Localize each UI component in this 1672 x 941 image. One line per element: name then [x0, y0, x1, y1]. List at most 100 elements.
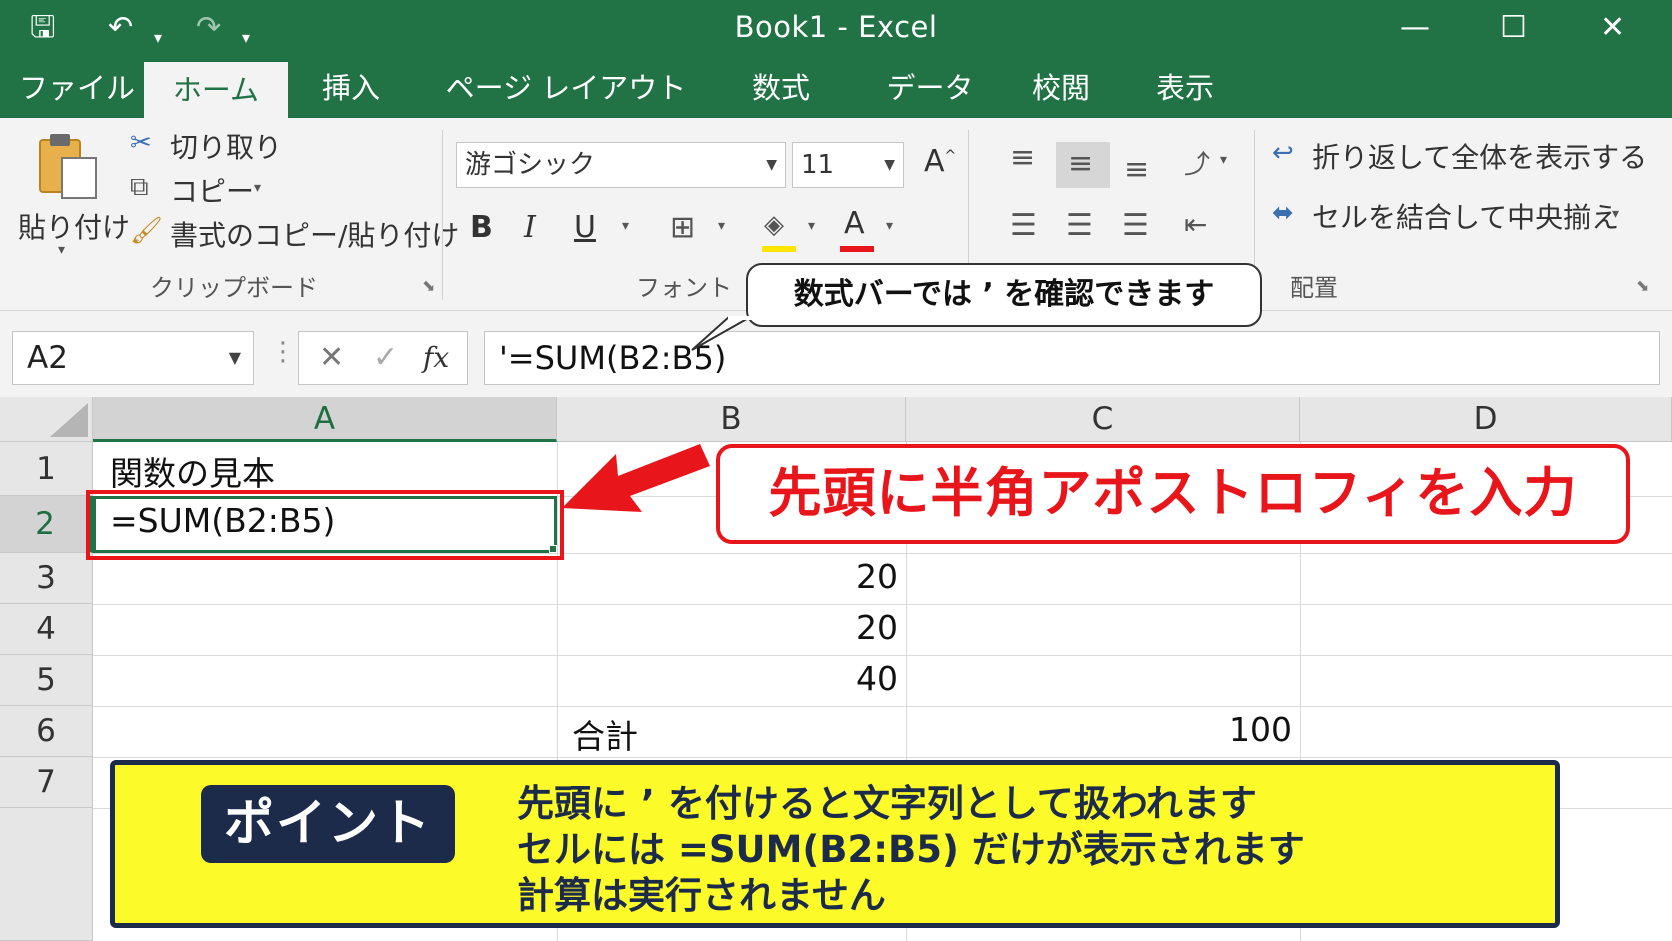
tab-data[interactable]: データ [870, 58, 990, 118]
name-box[interactable]: A2 ▼ [12, 331, 254, 385]
column-header-d[interactable]: D [1300, 397, 1672, 442]
font-name-select[interactable]: 游ゴシック ▼ [456, 142, 786, 188]
merge-dropdown-icon[interactable]: ▾ [1612, 206, 1619, 222]
cell-b5[interactable]: 40 [557, 659, 898, 698]
text-orientation-icon[interactable]: ⤴ [1184, 144, 1210, 181]
fill-color-button[interactable]: ◈ [760, 210, 800, 256]
row-header-7[interactable]: 7 [0, 757, 93, 808]
tab-page-layout[interactable]: ページ レイアウト [444, 58, 688, 118]
format-painter-icon: 🖌 [130, 216, 164, 246]
title-bar: 🖫 ↶ ▾ ↷ ▾ Book1 - Excel — ☐ ✕ [0, 0, 1672, 58]
cell-a1[interactable]: 関数の見本 [110, 447, 275, 495]
grow-font-letter: A [924, 144, 945, 179]
format-painter-button[interactable]: 🖌 書式のコピー/貼り付け [130, 214, 459, 254]
select-all-triangle-icon [50, 403, 88, 437]
align-top-icon[interactable]: ≡ [1010, 140, 1035, 175]
enter-icon[interactable]: ✓ [373, 338, 398, 378]
font-color-button[interactable]: A [838, 206, 878, 256]
italic-button[interactable]: I [524, 210, 536, 245]
cell-b4[interactable]: 20 [557, 608, 898, 647]
font-color-swatch [840, 246, 874, 252]
paste-button[interactable]: 貼り付け ▾ [14, 126, 130, 276]
font-size-value: 11 [801, 150, 835, 180]
copy-button[interactable]: ⧉ コピー ▾ [130, 170, 290, 210]
copy-icon: ⧉ [130, 172, 149, 202]
borders-dropdown-icon[interactable]: ▾ [718, 218, 725, 234]
cell-b6[interactable]: 合計 [572, 710, 638, 758]
paint-bucket-icon: ◈ [764, 210, 784, 240]
row-header-6[interactable]: 6 [0, 706, 93, 757]
tab-file[interactable]: ファイル [14, 58, 140, 118]
wrap-text-button[interactable]: ↩ 折り返して全体を表示する [1272, 134, 1647, 176]
tab-insert[interactable]: 挿入 [306, 58, 396, 118]
decrease-indent-icon[interactable]: ⇤ [1184, 208, 1207, 241]
font-name-value: 游ゴシック [465, 150, 596, 180]
minimize-icon[interactable]: — [1400, 8, 1430, 48]
paste-dropdown-icon[interactable]: ▾ [58, 242, 65, 258]
clipboard-launcher-icon[interactable]: ⬊ [422, 276, 435, 295]
formula-bar-callout: 数式バーでは ’ を確認できます [746, 263, 1262, 327]
copy-dropdown-icon[interactable]: ▾ [254, 180, 261, 196]
ribbon-separator [442, 130, 443, 300]
copy-label: コピー [170, 175, 255, 208]
align-center-icon[interactable]: ☰ [1066, 208, 1093, 243]
underline-dropdown-icon[interactable]: ▾ [622, 218, 629, 234]
highlight-frame [86, 490, 564, 560]
point-badge: ポイント [201, 785, 455, 863]
row-header-4[interactable]: 4 [0, 604, 93, 655]
formula-bar-grip-icon[interactable]: ⋮ [270, 337, 296, 367]
apostrophe-annotation: 先頭に半角アポストロフィを入力 [716, 444, 1630, 544]
font-color-dropdown-icon[interactable]: ▾ [886, 218, 893, 234]
align-right-icon[interactable]: ☰ [1122, 208, 1149, 243]
cell-b3[interactable]: 20 [557, 557, 898, 596]
orientation-dropdown-icon[interactable]: ▾ [1220, 152, 1227, 168]
insert-function-icon[interactable]: fx [423, 338, 449, 378]
close-icon[interactable]: ✕ [1600, 8, 1625, 48]
row-header-filler [0, 808, 93, 941]
chevron-down-icon: ▼ [766, 157, 777, 173]
point-box: ポイント 先頭に ’ を付けると文字列として扱われます セルには =SUM(B2… [110, 760, 1560, 928]
font-color-letter: A [844, 206, 865, 241]
merge-cells-icon: ⬌ [1272, 198, 1294, 228]
row-header-2[interactable]: 2 [0, 496, 93, 553]
gridline [93, 655, 1672, 656]
fill-color-swatch [762, 246, 796, 252]
tab-home[interactable]: ホーム [144, 62, 288, 118]
tab-formulas[interactable]: 数式 [738, 58, 824, 118]
align-left-icon[interactable]: ☰ [1010, 208, 1037, 243]
wrap-text-icon: ↩ [1272, 138, 1294, 168]
cancel-icon[interactable]: ✕ [319, 338, 344, 378]
red-arrow-icon [562, 444, 710, 512]
tab-view[interactable]: 表示 [1140, 58, 1230, 118]
font-size-select[interactable]: 11 ▼ [792, 142, 904, 188]
alignment-launcher-icon[interactable]: ⬊ [1636, 276, 1649, 295]
formula-input[interactable]: '=SUM(B2:B5) [484, 331, 1660, 385]
row-header-3[interactable]: 3 [0, 553, 93, 604]
column-header-a[interactable]: A [93, 397, 557, 442]
underline-button[interactable]: U [574, 210, 596, 245]
borders-icon[interactable]: ⊞ [670, 210, 695, 245]
column-header-b[interactable]: B [557, 397, 906, 442]
bold-button[interactable]: B [470, 210, 493, 245]
select-all-button[interactable] [0, 397, 93, 442]
gridline [93, 604, 1672, 605]
align-bottom-icon[interactable]: ≡ [1124, 152, 1149, 187]
paste-label: 貼り付け [18, 211, 131, 244]
align-middle-icon[interactable]: ≡ [1068, 146, 1093, 181]
tab-review[interactable]: 校閲 [1016, 58, 1106, 118]
clipboard-icon [39, 134, 97, 199]
row-header-5[interactable]: 5 [0, 655, 93, 706]
row-header-1[interactable]: 1 [0, 442, 93, 496]
alignment-group-label: 配置 [1290, 274, 1338, 302]
column-header-c[interactable]: C [906, 397, 1300, 442]
maximize-icon[interactable]: ☐ [1500, 8, 1527, 48]
cut-label: 切り取り [170, 131, 283, 164]
merge-center-button[interactable]: ⬌ セルを結合して中央揃え ▾ [1272, 194, 1632, 236]
fill-color-dropdown-icon[interactable]: ▾ [808, 218, 815, 234]
grow-font-icon[interactable]: A^ [924, 144, 956, 179]
gridline [93, 757, 1672, 758]
cell-c6[interactable]: 100 [906, 710, 1292, 749]
ribbon-tabs: ファイル ホーム 挿入 ページ レイアウト 数式 データ 校閲 表示 [0, 58, 1672, 118]
format-painter-label: 書式のコピー/貼り付け [170, 219, 460, 252]
cut-button[interactable]: ✂ 切り取り [130, 126, 290, 166]
